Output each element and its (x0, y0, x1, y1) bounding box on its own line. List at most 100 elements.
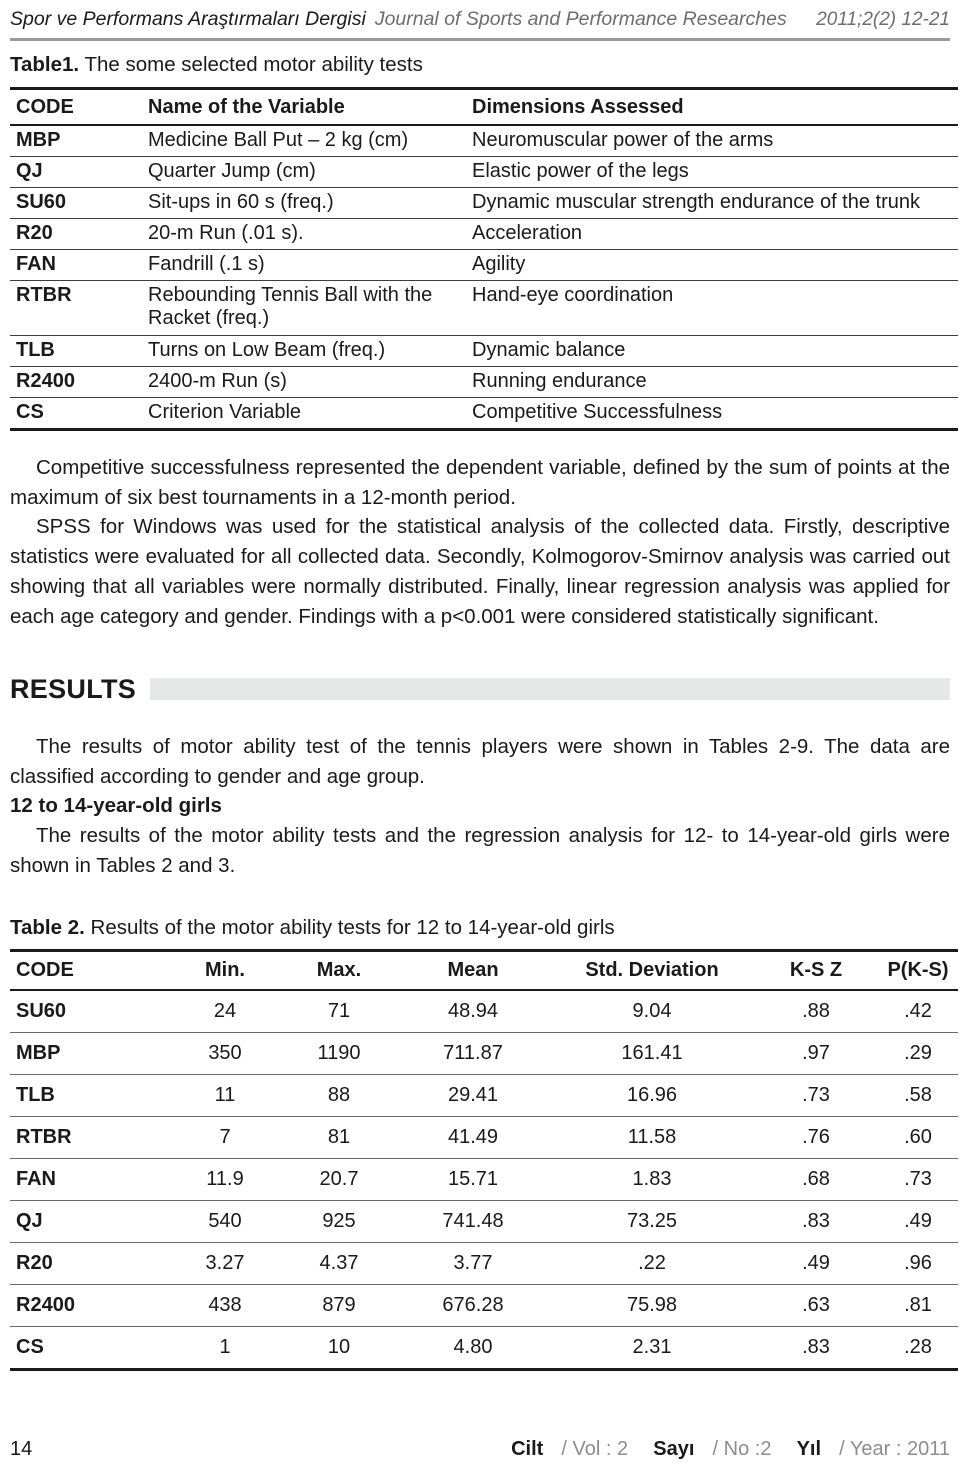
table2-cell-ksz: .68 (754, 1158, 878, 1202)
table2-cell-sd: 161.41 (550, 1032, 754, 1076)
table1-cell-variable: Medicine Ball Put – 2 kg (cm) (146, 124, 470, 157)
table1-header-row: CODE Name of the Variable Dimensions Ass… (10, 86, 958, 126)
paragraph-results-intro: The results of motor ability test of the… (10, 735, 950, 789)
table2-cell-code: QJ (10, 1200, 168, 1244)
table2-cell-max: 20.7 (282, 1158, 396, 1202)
table1-cell-variable: Rebounding Tennis Ball with the Racket (… (146, 280, 470, 336)
table2-cell-max: 879 (282, 1284, 396, 1328)
table2-cell-min: 7 (168, 1116, 282, 1160)
table2-cell-min: 540 (168, 1200, 282, 1244)
table-row: FAN Fandrill (.1 s) Agility (10, 249, 958, 281)
running-head: Spor ve Performans Araştırmaları Dergisi… (10, 8, 950, 38)
table2-cell-ksz: .73 (754, 1074, 878, 1118)
table2-cell-max: 1190 (282, 1032, 396, 1076)
table2-cell-pks: .96 (878, 1242, 958, 1286)
table2-cell-ksz: .97 (754, 1032, 878, 1076)
table2-cell-sd: 16.96 (550, 1074, 754, 1118)
table-row: CS Criterion Variable Competitive Succes… (10, 397, 958, 431)
table-row: FAN 11.9 20.7 15.71 1.83 .68 .73 (10, 1158, 958, 1202)
footer-volume-en: / Vol : 2 (561, 1438, 629, 1460)
table1-cell-dimension: Dynamic muscular strength endurance of t… (470, 187, 958, 219)
table2-cell-mean: 3.77 (396, 1242, 550, 1286)
table1-cell-code: FAN (10, 249, 146, 281)
table2-cell-code: MBP (10, 1032, 168, 1076)
table2-cell-ksz: .83 (754, 1200, 878, 1244)
table-row: MBP 350 1190 711.87 161.41 .97 .29 (10, 1032, 958, 1076)
running-head-journal-tr: Spor ve Performans Araştırmaları Dergisi (10, 8, 366, 30)
table2-caption-label: Table 2. (10, 915, 85, 939)
table-row: R20 3.27 4.37 3.77 .22 .49 .96 (10, 1242, 958, 1286)
table1: CODE Name of the Variable Dimensions Ass… (10, 86, 958, 431)
paragraph-spss-analysis: SPSS for Windows was used for the statis… (10, 515, 950, 629)
table1-caption: Table1. The some selected motor ability … (10, 52, 950, 78)
table2-head: CODE Min. Max. Mean Std. Deviation K-S Z… (10, 949, 958, 992)
table1-cell-code: SU60 (10, 187, 146, 219)
table2-header-max: Max. (282, 949, 396, 992)
table2-cell-mean: 48.94 (396, 990, 550, 1034)
table2-cell-mean: 711.87 (396, 1032, 550, 1076)
table2-cell-code: SU60 (10, 990, 168, 1034)
table2-cell-pks: .81 (878, 1284, 958, 1328)
footer-page-number: 14 (10, 1438, 33, 1460)
table2-cell-ksz: .83 (754, 1326, 878, 1372)
table2-cell-code: R2400 (10, 1284, 168, 1328)
table2-header-min: Min. (168, 949, 282, 992)
table1-cell-dimension: Agility (470, 249, 958, 281)
table1-body: MBP Medicine Ball Put – 2 kg (cm) Neurom… (10, 124, 958, 431)
table1-caption-text: The some selected motor ability tests (84, 53, 423, 76)
footer-number-en: / No :2 (712, 1438, 772, 1460)
table2-cell-mean: 41.49 (396, 1116, 550, 1160)
table1-cell-variable: Criterion Variable (146, 397, 470, 431)
table2-cell-max: 71 (282, 990, 396, 1034)
table1-cell-variable: Sit-ups in 60 s (freq.) (146, 187, 470, 219)
table2-cell-sd: .22 (550, 1242, 754, 1286)
table-row: TLB 11 88 29.41 16.96 .73 .58 (10, 1074, 958, 1118)
table1-cell-code: CS (10, 397, 146, 431)
table2-cell-pks: .29 (878, 1032, 958, 1076)
results-section-heading: RESULTS (10, 668, 950, 710)
table2-header-code: CODE (10, 949, 168, 992)
table1-cell-code: R2400 (10, 366, 146, 398)
table2-cell-pks: .49 (878, 1200, 958, 1244)
table-row: SU60 24 71 48.94 9.04 .88 .42 (10, 990, 958, 1034)
table2-cell-mean: 15.71 (396, 1158, 550, 1202)
table2-header-ksz: K-S Z (754, 949, 878, 992)
table2-caption: Table 2. Results of the motor ability te… (10, 915, 950, 941)
table2-cell-min: 438 (168, 1284, 282, 1328)
table1-cell-dimension: Elastic power of the legs (470, 156, 958, 188)
table2-cell-code: CS (10, 1326, 168, 1372)
table1-cell-dimension: Neuromuscular power of the arms (470, 124, 958, 157)
table2-cell-mean: 4.80 (396, 1326, 550, 1372)
table-row: QJ Quarter Jump (cm) Elastic power of th… (10, 156, 958, 188)
table2-cell-pks: .28 (878, 1326, 958, 1372)
table2-cell-ksz: .63 (754, 1284, 878, 1328)
table2-cell-sd: 1.83 (550, 1158, 754, 1202)
table-row: R2400 438 879 676.28 75.98 .63 .81 (10, 1284, 958, 1328)
footer-year-en: / Year : 2011 (839, 1438, 950, 1460)
table1-cell-dimension: Hand-eye coordination (470, 280, 958, 336)
table1-cell-code: QJ (10, 156, 146, 188)
table2-cell-sd: 75.98 (550, 1284, 754, 1328)
table2-cell-max: 925 (282, 1200, 396, 1244)
table1-cell-code: MBP (10, 124, 146, 157)
table1-cell-variable: Quarter Jump (cm) (146, 156, 470, 188)
table2-cell-sd: 11.58 (550, 1116, 754, 1160)
table1-cell-code: R20 (10, 218, 146, 250)
table1-cell-variable: Turns on Low Beam (freq.) (146, 335, 470, 367)
results-heading-bar (150, 678, 950, 701)
table1-cell-dimension: Acceleration (470, 218, 958, 250)
table2-cell-max: 10 (282, 1326, 396, 1372)
table2-cell-code: TLB (10, 1074, 168, 1118)
table2-cell-min: 24 (168, 990, 282, 1034)
table2-header-std-deviation: Std. Deviation (550, 949, 754, 992)
table2-cell-code: RTBR (10, 1116, 168, 1160)
table-row: CS 1 10 4.80 2.31 .83 .28 (10, 1326, 958, 1372)
table2-cell-max: 4.37 (282, 1242, 396, 1286)
table1-cell-dimension: Competitive Successfulness (470, 397, 958, 431)
table2-cell-min: 350 (168, 1032, 282, 1076)
table-row: QJ 540 925 741.48 73.25 .83 .49 (10, 1200, 958, 1244)
table2-header-pks: P(K-S) (878, 949, 958, 992)
table2-cell-mean: 676.28 (396, 1284, 550, 1328)
table-row: RTBR 7 81 41.49 11.58 .76 .60 (10, 1116, 958, 1160)
table2-cell-pks: .58 (878, 1074, 958, 1118)
